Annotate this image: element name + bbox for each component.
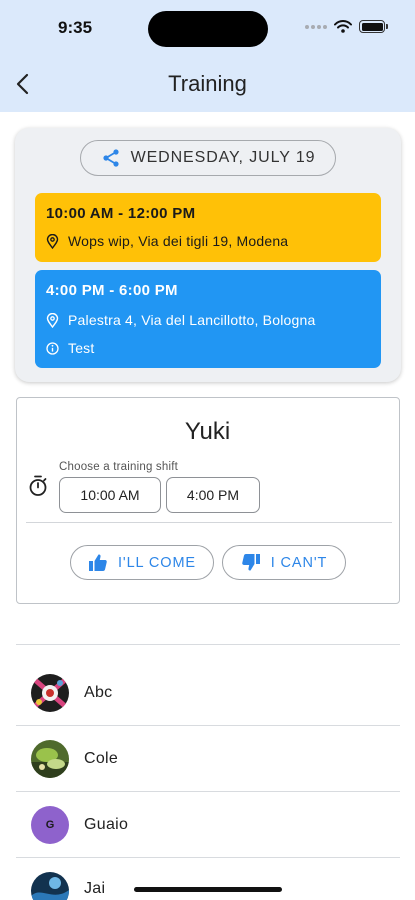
member-name: Cole	[84, 750, 119, 767]
ill-come-button[interactable]: I'LL COME	[70, 545, 214, 580]
status-bar: 9:35	[0, 0, 415, 56]
shift-label: Choose a training shift	[59, 461, 179, 473]
avatar	[31, 674, 69, 712]
member-name: Jai	[84, 880, 106, 897]
location-text: Wops wip, Via dei tigli 19, Modena	[68, 233, 289, 249]
battery-icon	[359, 20, 388, 33]
ill-come-label: I'LL COME	[117, 554, 197, 571]
member-list-item[interactable]: Jai	[16, 858, 400, 900]
page-title: Training	[168, 71, 247, 96]
divider	[26, 522, 392, 523]
slot-location: Wops wip, Via dei tigli 19, Modena	[46, 233, 288, 249]
stopwatch-icon	[29, 475, 47, 496]
slot-location: Palestra 4, Via del Lancillotto, Bologna	[46, 312, 315, 328]
slot-hours: 10:00 AM - 12:00 PM	[46, 205, 196, 222]
share-icon	[102, 149, 119, 167]
status-time: 9:35	[58, 18, 93, 37]
member-name: Yuki	[184, 418, 231, 445]
member-name: Guaio	[84, 816, 129, 833]
slot-hours: 4:00 PM - 6:00 PM	[46, 282, 178, 299]
date-label: WEDNESDAY, JULY 19	[130, 149, 316, 166]
avatar-initial: G	[45, 819, 55, 831]
note-text: Test	[68, 340, 95, 356]
member-name: Abc	[84, 684, 113, 701]
member-list-item[interactable]: Cole	[16, 726, 400, 792]
thumbs-up-icon	[88, 554, 107, 571]
location-text: Palestra 4, Via del Lancillotto, Bologna	[68, 312, 316, 328]
thumbs-down-icon	[241, 554, 260, 571]
member-list-item[interactable]: Abc	[16, 660, 400, 726]
dynamic-island	[148, 11, 268, 47]
system-icons	[305, 20, 388, 33]
location-pin-icon	[46, 312, 59, 328]
i-cant-label: I CAN'T	[270, 554, 328, 571]
shift-option-afternoon[interactable]: 4:00 PM	[166, 477, 260, 513]
i-cant-button[interactable]: I CAN'T	[222, 545, 346, 580]
avatar	[31, 872, 69, 900]
location-pin-icon	[46, 233, 59, 249]
signal-icon	[305, 24, 327, 29]
avatar: G	[31, 806, 69, 844]
home-indicator[interactable]	[134, 887, 282, 892]
divider	[16, 644, 400, 645]
wifi-icon	[334, 20, 352, 33]
info-icon	[46, 341, 59, 355]
training-slot-afternoon[interactable]: 4:00 PM - 6:00 PM Palestra 4, Via del La…	[35, 270, 381, 368]
slot-note: Test	[46, 340, 94, 356]
shift-option-morning[interactable]: 10:00 AM	[59, 477, 161, 513]
member-list-item[interactable]: G Guaio	[16, 792, 400, 858]
training-slot-morning[interactable]: 10:00 AM - 12:00 PM Wops wip, Via dei ti…	[35, 193, 381, 262]
share-date-button[interactable]: WEDNESDAY, JULY 19	[80, 140, 336, 176]
avatar	[31, 740, 69, 778]
